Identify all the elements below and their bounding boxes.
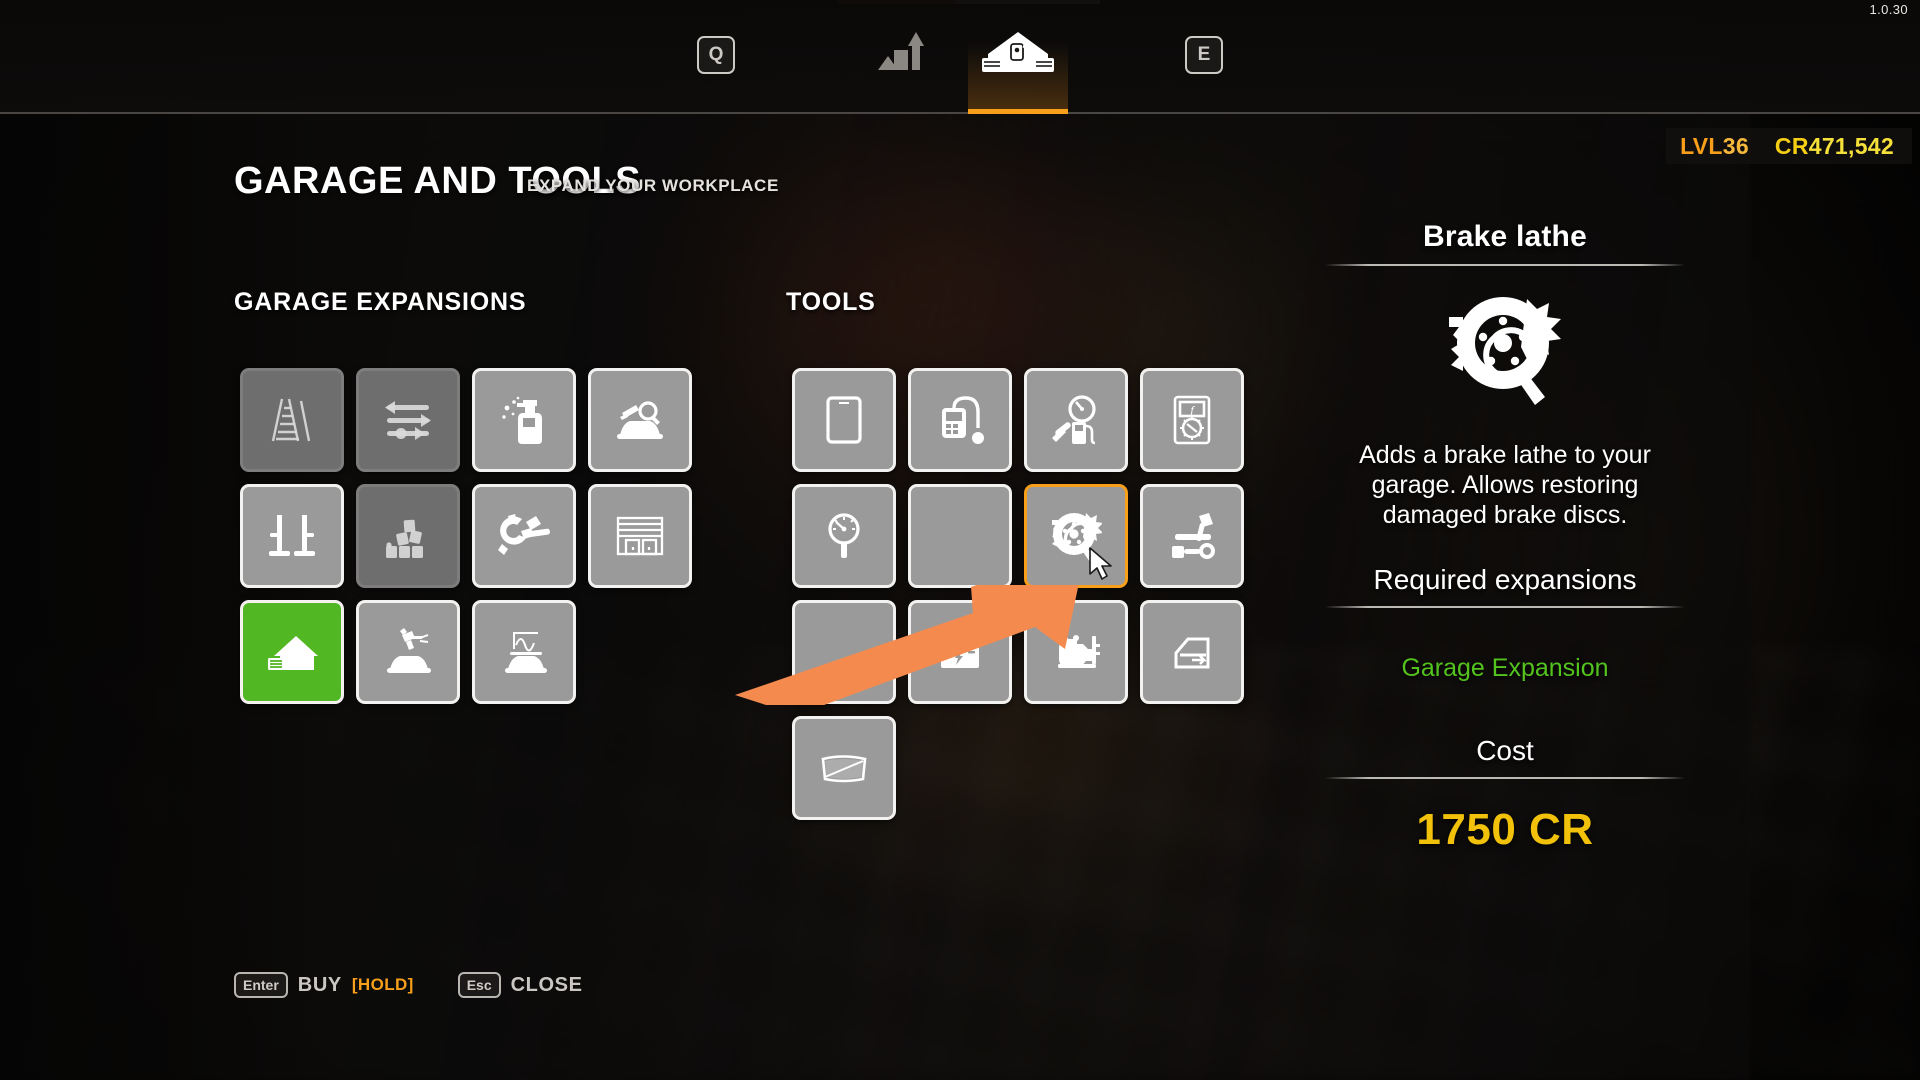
credits-indicator: CR471,542 (1775, 133, 1894, 160)
level-indicator: LVL36 (1680, 133, 1749, 160)
tab-garage-and-tools[interactable] (968, 18, 1068, 114)
detail-title-divider (1325, 264, 1685, 266)
tab-upgrades[interactable] (855, 18, 955, 112)
brake-disc-lathe-icon (1325, 280, 1685, 420)
car-lift-expansion[interactable] (240, 484, 344, 588)
brake-lathe-tool[interactable] (1024, 484, 1128, 588)
buy-label: BUY (297, 973, 342, 996)
credits-value: 471,542 (1808, 132, 1894, 159)
buy-hold-hint: [HOLD] (351, 975, 414, 994)
obscured-icon (824, 632, 864, 672)
car-lift-icon (264, 511, 320, 561)
multimeter-icon: f (1169, 393, 1215, 447)
required-expansions-heading: Required expansions (1373, 564, 1637, 595)
close-action[interactable]: Esc CLOSE (457, 972, 583, 998)
cost-value: 1750 CR (1325, 805, 1685, 855)
page-subtitle: EXPAND YOUR WORKPLACE (527, 176, 779, 195)
dyno-car-icon (496, 627, 552, 677)
section-heading-tools: TOOLS (786, 288, 876, 316)
pressure-gauge-icon (821, 509, 867, 563)
ladder-icon (265, 393, 319, 447)
car-door-icon (1166, 629, 1218, 675)
garage-door-expansion[interactable] (588, 484, 692, 588)
credits-label: CR (1774, 132, 1809, 159)
hidden-tool-behind-arrow[interactable] (908, 484, 1012, 588)
nav-next-key-e[interactable]: E (1185, 36, 1223, 74)
close-label: CLOSE (510, 973, 583, 996)
buy-key: Enter (234, 972, 288, 998)
windshield-icon (817, 747, 871, 789)
obscured-icon (940, 516, 980, 556)
required-divider (1325, 606, 1685, 608)
buy-action[interactable]: Enter BUY [HOLD] (234, 972, 414, 998)
multimeter-tool[interactable]: f (1140, 368, 1244, 472)
tools-grid: f (786, 362, 1250, 826)
repair-expansion[interactable] (472, 484, 576, 588)
ladder-expansion[interactable] (240, 368, 344, 472)
top-navigation-bar (0, 0, 1920, 114)
close-key: Esc (457, 972, 501, 998)
nav-prev-key-q[interactable]: Q (697, 36, 735, 74)
garage-door-icon (613, 512, 667, 560)
tablet-tool[interactable] (792, 368, 896, 472)
required-expansion-item: Garage Expansion (1401, 654, 1609, 682)
level-label: LVL (1680, 132, 1723, 159)
hidden-tool-behind-arrow-2[interactable] (792, 600, 896, 704)
player-hud: LVL36 CR471,542 (1666, 128, 1912, 164)
sliders-expansion[interactable] (356, 368, 460, 472)
diagnostic-scanner-tool[interactable] (908, 368, 1012, 472)
detail-panel: Brake lathe Adds a brake lathe to your g… (1325, 220, 1685, 855)
engine-crane-tool[interactable] (1024, 600, 1128, 704)
garage-house-icon (968, 30, 1068, 76)
dyno-expansion[interactable] (472, 600, 576, 704)
detail-title: Brake lathe (1423, 220, 1587, 253)
paint-shop-expansion[interactable] (356, 600, 460, 704)
fuel-pump-gauge-icon (1048, 394, 1104, 446)
spray-gun-car-icon (380, 627, 436, 677)
garage-expansion[interactable] (240, 600, 344, 704)
garage-expansions-grid (234, 362, 698, 710)
engine-stand-icon (1048, 630, 1104, 674)
barn-expansion[interactable] (356, 484, 460, 588)
cost-heading: Cost (1476, 735, 1534, 766)
sliders-icon (381, 397, 435, 443)
battery-icon (933, 628, 987, 676)
level-value: 36 (1722, 132, 1749, 159)
body-inspection-expansion[interactable] (588, 368, 692, 472)
hammer-gear-icon (496, 512, 552, 560)
workbench-tool[interactable] (1140, 484, 1244, 588)
workbench-hammer-icon (1165, 512, 1219, 560)
pressure-gauge-tool[interactable] (792, 484, 896, 588)
cost-currency: CR (1529, 805, 1594, 854)
scanner-icon (932, 394, 988, 446)
door-tool[interactable] (1140, 600, 1244, 704)
tablet-icon (824, 394, 864, 446)
game-screen: Q E 1.0.30 LVL36 CR471,542 GARAGE AND TO… (0, 0, 1920, 1080)
garage-house-icon (264, 630, 320, 674)
brake-disc-lathe-icon (1050, 510, 1102, 562)
section-heading-expansions: GARAGE EXPANSIONS (234, 288, 527, 316)
bar-growth-icon (855, 30, 955, 74)
car-wash-expansion[interactable] (472, 368, 576, 472)
spray-bottle-icon (497, 394, 551, 446)
detail-description: Adds a brake lathe to your garage. Allow… (1359, 441, 1651, 529)
version-label: 1.0.30 (1869, 2, 1908, 17)
cost-amount: 1750 (1416, 805, 1517, 854)
windshield-tool[interactable] (792, 716, 896, 820)
car-inspect-icon (612, 397, 668, 443)
cost-divider (1325, 777, 1685, 779)
footer-actions: Enter BUY [HOLD] Esc CLOSE (234, 972, 583, 998)
battery-charger-tool[interactable] (908, 600, 1012, 704)
fuel-tester-tool[interactable] (1024, 368, 1128, 472)
barn-bricks-icon (380, 512, 436, 560)
